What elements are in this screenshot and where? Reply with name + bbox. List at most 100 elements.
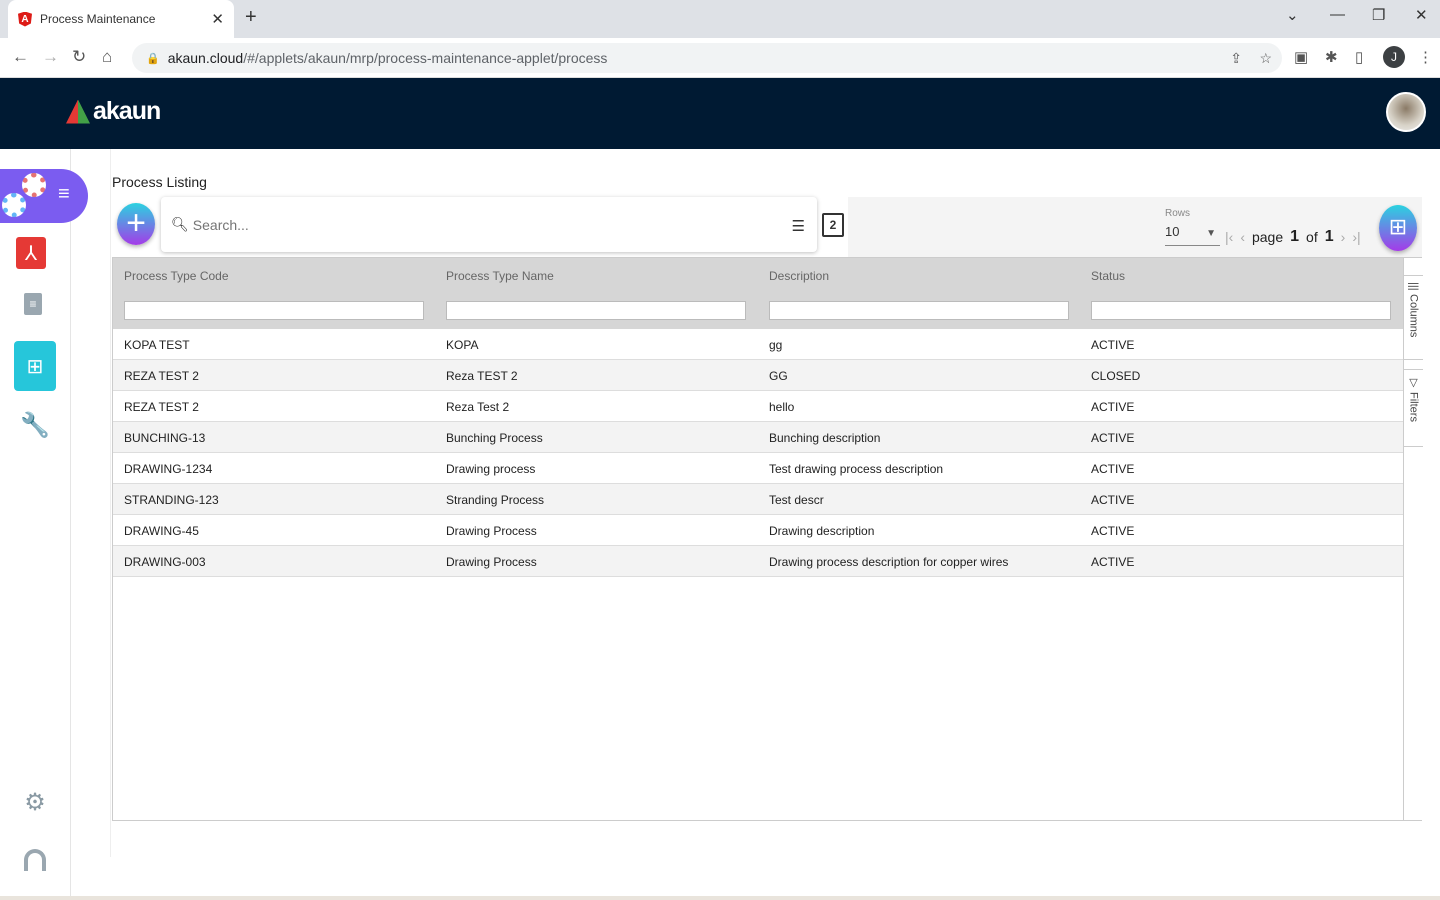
cell-code: KOPA TEST [124, 338, 190, 352]
table-row[interactable]: KOPA TEST KOPA gg ACTIVE [113, 329, 1403, 360]
table-header: Process Type Code Process Type Name Desc… [113, 258, 1403, 329]
current-page: 1 [1290, 228, 1300, 245]
process-table: Process Type Code Process Type Name Desc… [112, 257, 1423, 821]
headset-icon[interactable] [24, 849, 46, 871]
column-header-code[interactable]: Process Type Code [124, 269, 229, 283]
cell-code: DRAWING-45 [124, 524, 199, 538]
filter-input-name[interactable] [446, 301, 746, 320]
filter-input-status[interactable] [1091, 301, 1391, 320]
cell-name: Drawing Process [446, 524, 537, 538]
cell-code: DRAWING-1234 [124, 462, 213, 476]
share-icon[interactable]: ⇪ [1230, 50, 1242, 67]
rows-value: 10 [1165, 224, 1180, 239]
minimize-icon[interactable]: — [1330, 6, 1345, 23]
cell-name: Bunching Process [446, 431, 543, 445]
filter-lines-icon[interactable]: ☰ [792, 217, 805, 235]
table-row[interactable]: BUNCHING-13 Bunching Process Bunching desc… [113, 422, 1403, 453]
user-avatar[interactable] [1386, 92, 1426, 132]
new-tab-icon[interactable]: + [245, 6, 257, 29]
cell-code: DRAWING-003 [124, 555, 206, 569]
grid-view-button[interactable]: ⊞ [1379, 205, 1417, 251]
table-row[interactable]: DRAWING-45 Drawing Process Drawing descrip… [113, 515, 1403, 546]
url-bar[interactable]: 🔒 akaun.cloud/#/applets/akaun/mrp/proces… [132, 43, 1282, 73]
gear-icon [2, 193, 26, 217]
cell-status: ACTIVE [1091, 400, 1135, 414]
cell-name: Reza Test 2 [446, 400, 510, 414]
tab-search-chevron-icon[interactable]: ⌄ [1286, 6, 1299, 24]
table-row[interactable]: DRAWING-1234 Drawing process Test drawing … [113, 453, 1403, 484]
bookmark-star-icon[interactable]: ☆ [1259, 50, 1272, 67]
menu-toggle-icon[interactable]: ≡ [58, 183, 70, 206]
profile-avatar[interactable]: J [1383, 46, 1405, 68]
filter-input-description[interactable] [769, 301, 1069, 320]
next-page-icon[interactable]: › [1341, 229, 1346, 245]
restore-icon[interactable]: ❐ [1372, 6, 1385, 24]
page-label: page [1251, 229, 1284, 245]
cell-description: Bunching description [769, 431, 881, 445]
table-row[interactable]: STRANDING-123 Stranding Process Test descr… [113, 484, 1403, 515]
column-header-description[interactable]: Description [769, 269, 829, 283]
page-title: Process Listing [112, 174, 207, 190]
filters-label: Filters [1407, 392, 1420, 423]
browser-menu-icon[interactable]: ⋮ [1418, 48, 1433, 66]
cell-name: Reza TEST 2 [446, 369, 518, 383]
browser-tab[interactable]: A Process Maintenance ✕ [8, 0, 234, 38]
close-tab-icon[interactable]: ✕ [211, 10, 224, 28]
filters-tab[interactable]: ▽ Filters [1404, 369, 1423, 447]
filter-input-code[interactable] [124, 301, 424, 320]
gear-icon [22, 173, 46, 197]
pdf-icon[interactable]: ⅄ [16, 237, 46, 269]
bottom-border [0, 896, 1440, 900]
logo-text: akaun [93, 97, 161, 125]
search-box: 🔍︎ ☰ [161, 197, 817, 252]
cell-code: STRANDING-123 [124, 493, 219, 507]
first-page-icon[interactable]: |‹ [1225, 229, 1233, 245]
cell-status: ACTIVE [1091, 524, 1135, 538]
browser-tab-strip: A Process Maintenance ✕ + ⌄ — ❐ ✕ [0, 0, 1440, 38]
address-bar-row: ← → ↻ ⌂ 🔒 akaun.cloud/#/applets/akaun/mr… [0, 38, 1440, 78]
side-panel-icon[interactable]: ▯ [1355, 48, 1363, 66]
columns-tab[interactable]: ||| Columns [1404, 275, 1423, 360]
copy-icon[interactable]: 2 [822, 213, 844, 237]
rows-per-page-select[interactable]: 10 ▼ [1165, 224, 1220, 246]
settings-gear-icon[interactable]: ⚙ [22, 789, 48, 816]
toolbar-background [848, 197, 1422, 257]
document-icon[interactable]: ≡ [24, 293, 42, 315]
table-row[interactable]: REZA TEST 2 Reza Test 2 hello ACTIVE [113, 391, 1403, 422]
cell-code: BUNCHING-13 [124, 431, 206, 445]
reload-icon[interactable]: ↻ [72, 47, 86, 67]
search-icon: 🔍︎ [171, 216, 189, 232]
column-header-status[interactable]: Status [1091, 269, 1125, 283]
back-icon[interactable]: ← [12, 47, 29, 67]
cell-name: KOPA [446, 338, 479, 352]
add-process-button[interactable]: + [117, 203, 155, 245]
process-tree-icon[interactable]: ⊞ [14, 341, 56, 391]
wrench-icon[interactable]: 🔧 [20, 412, 50, 439]
cell-status: ACTIVE [1091, 431, 1135, 445]
url-path: /#/applets/akaun/mrp/process-maintenance… [243, 50, 608, 66]
table-row[interactable]: REZA TEST 2 Reza TEST 2 GG CLOSED [113, 360, 1403, 391]
puzzle-extensions-icon[interactable]: ✱ [1325, 48, 1338, 66]
search-input[interactable] [192, 216, 773, 233]
cell-description: Test descr [769, 493, 824, 507]
cell-status: ACTIVE [1091, 555, 1135, 569]
table-row[interactable]: DRAWING-003 Drawing Process Drawing proces… [113, 546, 1403, 577]
cell-status: ACTIVE [1091, 493, 1135, 507]
logo-triangle-icon [66, 99, 90, 124]
cell-description: hello [769, 400, 795, 414]
forward-icon[interactable]: → [42, 47, 59, 67]
lock-icon: 🔒 [146, 52, 160, 65]
cell-description: GG [769, 369, 788, 383]
extension-icon[interactable]: ▣ [1294, 48, 1308, 66]
cell-status: ACTIVE [1091, 462, 1135, 476]
last-page-icon[interactable]: ›| [1352, 229, 1360, 245]
cell-name: Drawing process [446, 462, 536, 476]
column-header-name[interactable]: Process Type Name [446, 269, 554, 283]
paginator: |‹ ‹ page 1 of 1 › ›| [1225, 228, 1361, 246]
applet-gears-button[interactable]: ≡ [0, 169, 88, 223]
app-header: akaun [0, 78, 1440, 149]
close-window-icon[interactable]: ✕ [1415, 6, 1428, 24]
akaun-logo[interactable]: akaun [66, 97, 161, 126]
home-icon[interactable]: ⌂ [102, 47, 112, 67]
prev-page-icon[interactable]: ‹ [1240, 229, 1245, 245]
